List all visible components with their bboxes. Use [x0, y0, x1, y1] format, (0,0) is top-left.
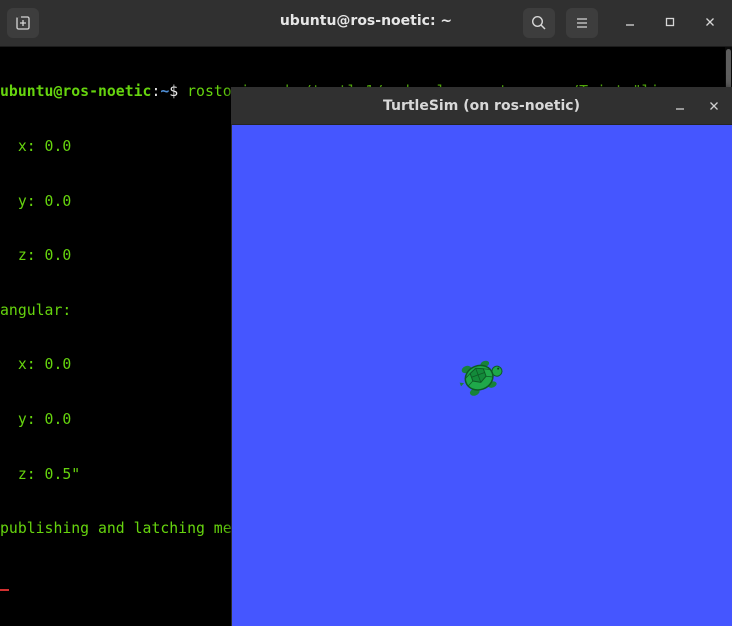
maximize-button[interactable] — [658, 10, 682, 34]
prompt-symbol: $ — [169, 83, 179, 101]
turtlesim-close-button[interactable] — [702, 94, 726, 118]
close-icon — [706, 18, 714, 26]
turtlesim-canvas — [232, 125, 732, 626]
scrollbar-thumb[interactable] — [726, 49, 731, 89]
maximize-icon — [665, 17, 675, 27]
close-button[interactable] — [698, 10, 722, 34]
text-cursor — [0, 588, 9, 591]
terminal-titlebar[interactable]: ubuntu@ros-noetic: ~ — [0, 0, 732, 47]
turtlesim-minimize-button[interactable] — [668, 94, 692, 118]
minimize-icon — [626, 24, 634, 26]
menu-button[interactable] — [566, 8, 598, 38]
search-icon — [531, 15, 546, 30]
turtle-icon — [459, 360, 503, 396]
turtlesim-title: TurtleSim (on ros-noetic) — [382, 98, 580, 114]
prompt-path: ~ — [160, 83, 170, 101]
close-icon — [710, 102, 718, 110]
minimize-button[interactable] — [618, 10, 642, 34]
turtlesim-titlebar[interactable]: TurtleSim (on ros-noetic) — [231, 87, 732, 125]
turtlesim-window: TurtleSim (on ros-noetic) — [231, 87, 732, 626]
prompt-user-host: ubuntu@ros-noetic — [0, 83, 152, 101]
hamburger-menu-icon — [577, 18, 587, 28]
search-button[interactable] — [523, 8, 555, 38]
minimize-icon — [676, 108, 684, 110]
